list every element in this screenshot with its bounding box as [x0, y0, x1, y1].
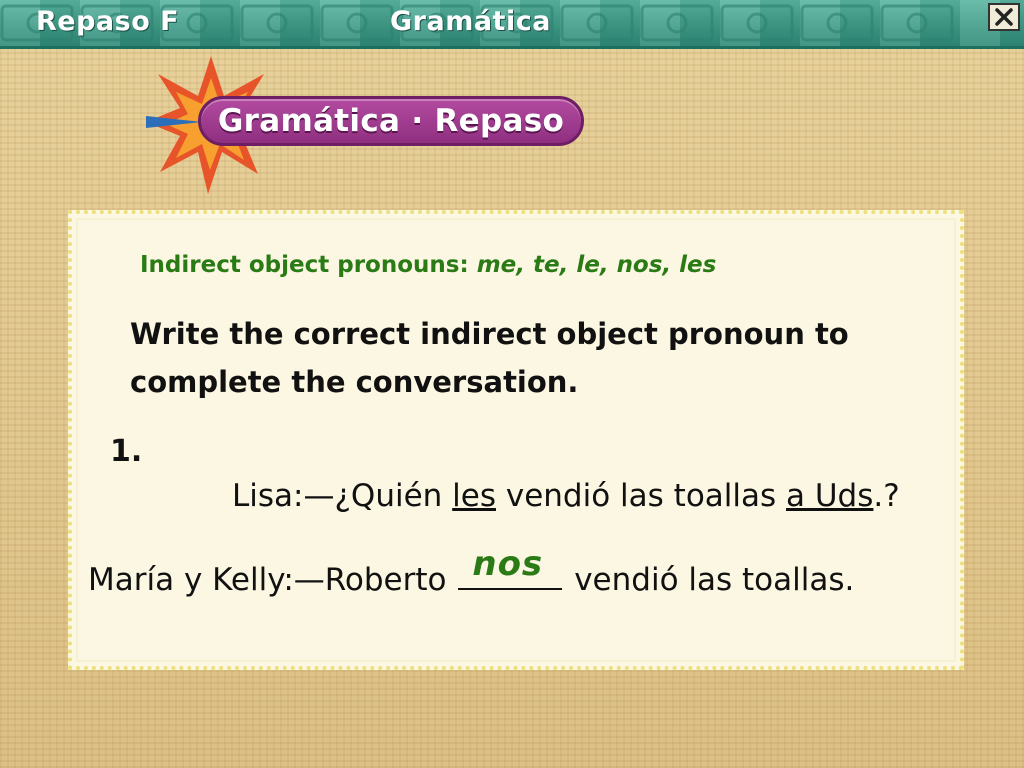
line1-speaker: Lisa:—¿Quién: [232, 478, 453, 514]
line2-end: vendió las toallas.: [564, 562, 855, 598]
close-button[interactable]: [988, 3, 1020, 31]
close-icon: [995, 8, 1013, 26]
logo-text: Gramática · Repaso: [217, 103, 565, 139]
pronoun-list-label: Indirect object pronouns:: [140, 252, 469, 278]
answer-blank[interactable]: nos: [458, 544, 563, 590]
pronoun-list: me, te, le, nos, les: [476, 252, 717, 278]
grammar-review-logo: Gramática · Repaso: [198, 96, 584, 146]
item-number: 1.: [110, 434, 143, 469]
line1-pronoun: les: [452, 478, 497, 514]
pronoun-list-heading: Indirect object pronouns: me, te, le, no…: [140, 252, 716, 278]
conversation-line-2: María y Kelly:—Roberto nos vendió las to…: [88, 544, 855, 598]
section-title: Repaso F: [36, 6, 180, 37]
answer-text: nos: [472, 544, 544, 584]
top-banner: Repaso F Gramática: [0, 0, 1024, 49]
line1-middle: vendió las toallas: [496, 478, 787, 514]
line1-end: .?: [873, 478, 900, 514]
line1-phrase: a Uds: [786, 478, 874, 514]
exercise-instruction: Write the correct indirect object pronou…: [130, 317, 849, 399]
line2-speaker: María y Kelly:—Roberto: [88, 562, 457, 598]
topic-title: Gramática: [390, 6, 551, 37]
exercise-card: [68, 210, 964, 670]
conversation-line-1: Lisa:—¿Quién les vendió las toallas a Ud…: [232, 478, 900, 514]
